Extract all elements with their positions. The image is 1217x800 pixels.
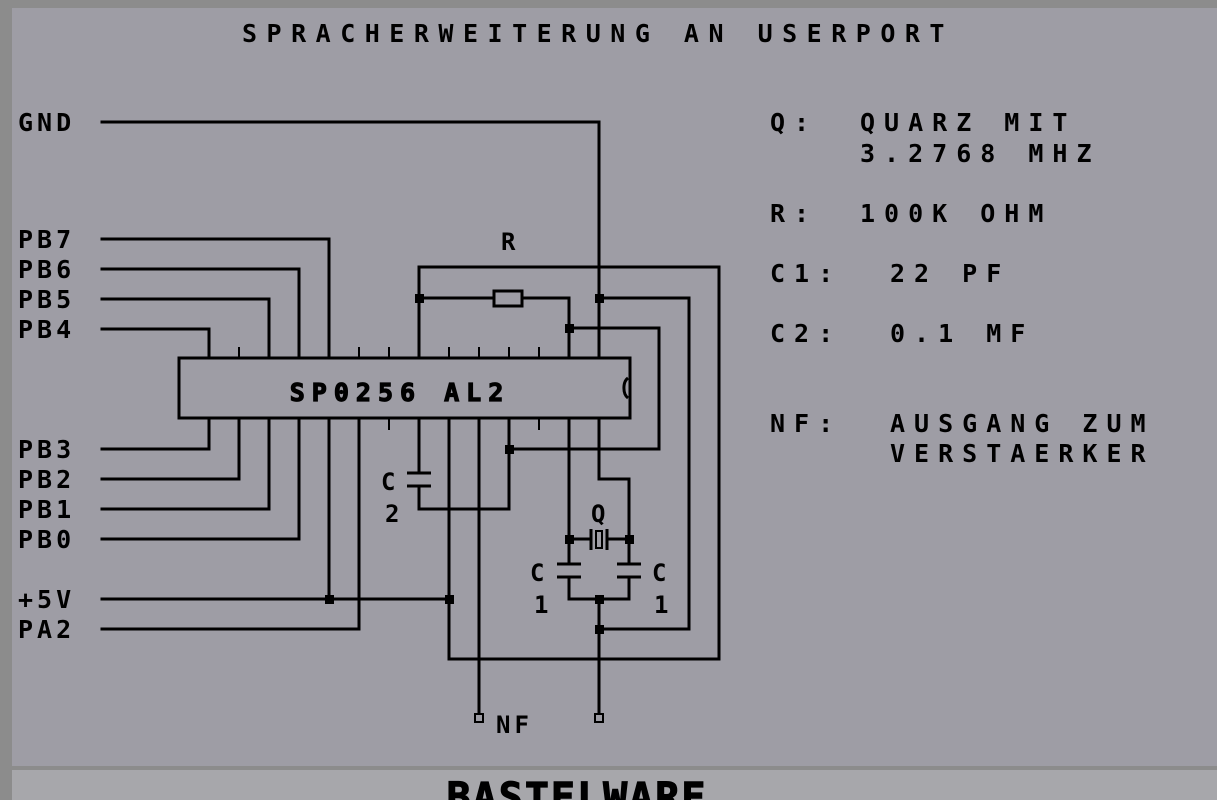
label-c1-left-digit: 1 — [534, 591, 548, 619]
pin-label-pb7: PB7 — [18, 225, 75, 254]
label-c1-left-letter: C — [530, 559, 544, 587]
pin-label-gnd: GND — [18, 108, 75, 137]
legend-c1-value: 22 PF — [890, 259, 1010, 288]
legend-c2-key: C2: — [770, 319, 842, 348]
legend-nf-line1: AUSGANG ZUM — [890, 409, 1155, 438]
label-r: R — [501, 228, 516, 256]
legend-c2-value: 0.1 MF — [890, 319, 1034, 348]
pin-label-pb2: PB2 — [18, 465, 75, 494]
page-title: SPRACHERWEITERUNG AN USERPORT — [242, 19, 954, 48]
legend-nf-line2: VERSTAERKER — [890, 439, 1155, 468]
pin-label-pb5: PB5 — [18, 285, 75, 314]
schematic-screen: SPRACHERWEITERUNG AN USERPORT SP0256 AL2… — [0, 0, 1217, 800]
legend-q-line2: 3.2768 MHZ — [860, 139, 1101, 168]
legend-q-key: Q: — [770, 108, 818, 137]
label-c2-digit: 2 — [385, 500, 399, 528]
label-q: Q — [591, 500, 605, 528]
terminal-gnd — [594, 713, 604, 723]
pin-label-pb6: PB6 — [18, 255, 75, 284]
pin-label-pb3: PB3 — [18, 435, 75, 464]
chip-label: SP0256 AL2 — [290, 378, 511, 407]
legend-c1-key: C1: — [770, 259, 842, 288]
legend-r-value: 100K OHM — [860, 199, 1052, 228]
pin-label-pb0: PB0 — [18, 525, 75, 554]
footer-title: BASTELWARE — [447, 775, 708, 800]
legend-q-line1: QUARZ MIT — [860, 108, 1076, 137]
terminal-nf — [474, 713, 484, 723]
label-c1-right-letter: C — [652, 559, 666, 587]
schematic-canvas: SPRACHERWEITERUNG AN USERPORT SP0256 AL2… — [0, 0, 1217, 800]
legend-r-key: R: — [770, 199, 818, 228]
pin-label-pb1: PB1 — [18, 495, 75, 524]
label-nf: NF — [496, 711, 533, 739]
pin-label-pa2: PA2 — [18, 615, 75, 644]
label-c1-right-digit: 1 — [654, 591, 668, 619]
pin-label-5v: +5V — [18, 585, 75, 614]
label-c2-letter: C — [381, 468, 395, 496]
pin-label-pb4: PB4 — [18, 315, 75, 344]
legend-nf-key: NF: — [770, 409, 842, 438]
